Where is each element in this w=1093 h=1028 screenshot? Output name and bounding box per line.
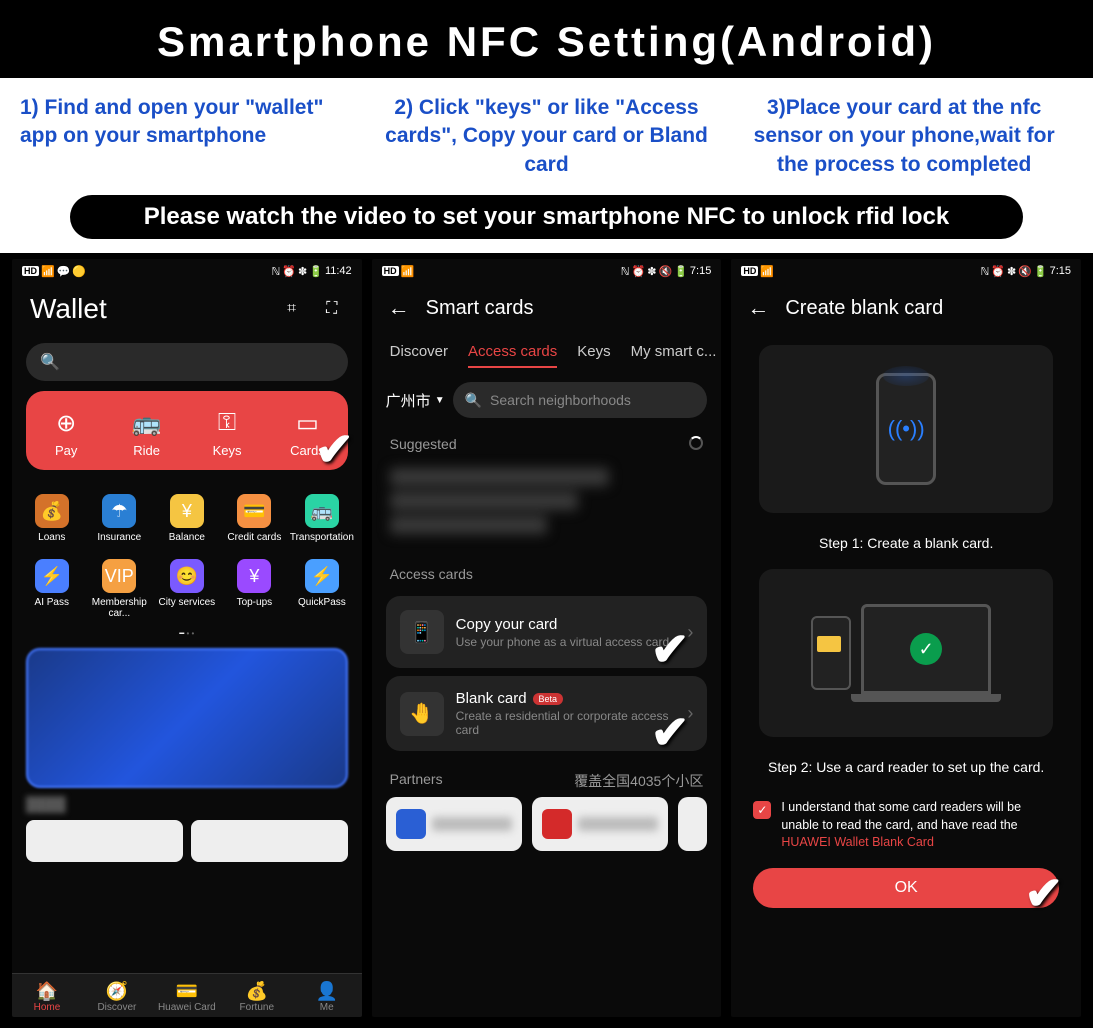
keys-button[interactable]: ⚿Keys xyxy=(187,409,267,458)
search-icon: 🔍 xyxy=(465,392,482,409)
beta-badge: Beta xyxy=(533,693,564,705)
services-grid: 💰Loans ☂Insurance ¥Balance 💳Credit cards… xyxy=(12,480,362,627)
instruction-2: 2) Click "keys" or like "Access cards", … xyxy=(368,94,726,179)
partner-card[interactable] xyxy=(532,797,668,851)
tab-keys[interactable]: Keys xyxy=(577,337,610,368)
video-banner-wrap: Please watch the video to set your smart… xyxy=(0,195,1093,253)
copy-card-option[interactable]: 📱 Copy your card Use your phone as a vir… xyxy=(386,596,708,668)
consent-link[interactable]: HUAWEI Wallet Blank Card xyxy=(781,835,934,849)
consent-row: ✓ I understand that some card readers wi… xyxy=(731,781,1081,862)
phone-smart-cards: HD📶 ℕ⏰✽🔇🔋7:15 ← Smart cards Discover Acc… xyxy=(372,259,722,1017)
phone-icon: 📱 xyxy=(400,610,444,654)
nfc-wave-icon: ((•)) xyxy=(888,416,925,442)
ok-button[interactable]: OK ✔ xyxy=(753,868,1059,908)
illustration-step1: ((•)) xyxy=(759,345,1053,513)
quickpass-button[interactable]: ⚡QuickPass xyxy=(288,551,356,627)
nav-fortune[interactable]: 💰Fortune xyxy=(222,980,292,1013)
nav-home[interactable]: 🏠Home xyxy=(12,980,82,1013)
status-time: 7:15 xyxy=(1050,265,1071,277)
phone-wallet: HD📶💬🟡 ℕ⏰✽🔋11:42 Wallet ⌗ ⛶ 🔍 ⊕Pay 🚌Ride … xyxy=(12,259,362,1017)
back-button[interactable]: ← xyxy=(747,295,769,321)
city-services-button[interactable]: 😊City services xyxy=(153,551,221,627)
insurance-button[interactable]: ☂Insurance xyxy=(86,486,154,551)
suggested-list xyxy=(372,458,722,556)
wallet-title: Wallet xyxy=(30,293,107,325)
bottom-nav: 🏠Home 🧭Discover 💳Huawei Card 💰Fortune 👤M… xyxy=(12,973,362,1017)
instruction-1: 1) Find and open your "wallet" app on yo… xyxy=(10,94,368,179)
tab-my-smart[interactable]: My smart c... xyxy=(631,337,717,368)
partner-card[interactable] xyxy=(386,797,522,851)
suggested-label: Suggested xyxy=(390,436,457,452)
back-button[interactable]: ← xyxy=(388,295,410,321)
tab-access-cards[interactable]: Access cards xyxy=(468,337,557,368)
tab-discover[interactable]: Discover xyxy=(390,337,448,368)
location-picker[interactable]: 广州市▼ xyxy=(386,390,445,411)
scan-icon[interactable]: ⛶ xyxy=(320,297,344,321)
video-banner: Please watch the video to set your smart… xyxy=(70,195,1023,239)
page-dots: ━ • • xyxy=(12,627,362,640)
partners-coverage: 覆盖全国4035个小区 xyxy=(574,771,703,791)
status-time: 7:15 xyxy=(690,265,711,277)
pay-button[interactable]: ⊕Pay xyxy=(26,409,106,458)
search-icon: 🔍 xyxy=(40,352,60,372)
blur-card[interactable] xyxy=(191,820,348,862)
membership-button[interactable]: VIPMembership car... xyxy=(86,551,154,627)
nav-discover[interactable]: 🧭Discover xyxy=(82,980,152,1013)
access-cards-label: Access cards xyxy=(390,566,473,582)
ai-pass-button[interactable]: ⚡AI Pass xyxy=(18,551,86,627)
neighborhood-search[interactable]: 🔍 Search neighborhoods xyxy=(453,382,708,418)
checkmark-icon: ✔ xyxy=(1024,866,1063,920)
promo-card[interactable] xyxy=(26,648,348,788)
card-hand-icon: 🤚 xyxy=(400,692,444,736)
screen-title: Create blank card xyxy=(785,297,943,320)
partners-label: Partners xyxy=(390,771,443,791)
section-label: ████ xyxy=(26,796,348,812)
search-input[interactable]: 🔍 xyxy=(26,343,348,381)
step2-label: Step 2: Use a card reader to set up the … xyxy=(731,749,1081,781)
nav-me[interactable]: 👤Me xyxy=(292,980,362,1013)
status-bar: HD📶💬🟡 ℕ⏰✽🔋11:42 xyxy=(12,259,362,283)
instructions-row: 1) Find and open your "wallet" app on yo… xyxy=(0,78,1093,195)
ride-button[interactable]: 🚌Ride xyxy=(106,409,186,458)
partner-card[interactable] xyxy=(678,797,708,851)
illustration-step2: ✓ xyxy=(759,569,1053,737)
credit-cards-button[interactable]: 💳Credit cards xyxy=(221,486,289,551)
screen-title: Smart cards xyxy=(426,297,534,320)
nav-huawei-card[interactable]: 💳Huawei Card xyxy=(152,980,222,1013)
consent-text: I understand that some card readers will… xyxy=(781,799,1059,852)
chevron-right-icon: › xyxy=(687,622,693,643)
step1-label: Step 1: Create a blank card. xyxy=(731,525,1081,557)
qr-icon[interactable]: ⌗ xyxy=(280,297,304,321)
consent-checkbox[interactable]: ✓ xyxy=(753,801,771,819)
loading-spinner-icon xyxy=(689,436,703,450)
page-title: Smartphone NFC Setting(Android) xyxy=(0,0,1093,78)
status-time: 11:42 xyxy=(325,265,352,277)
blank-card-option[interactable]: 🤚 Blank cardBeta Create a residential or… xyxy=(386,676,708,751)
cards-button[interactable]: ▭Cards ✔ xyxy=(267,409,347,458)
status-bar: HD📶 ℕ⏰✽🔇🔋7:15 xyxy=(372,259,722,283)
tabs: Discover Access cards Keys My smart c... xyxy=(372,333,722,368)
quick-actions-card: ⊕Pay 🚌Ride ⚿Keys ▭Cards ✔ xyxy=(26,391,348,470)
transportation-button[interactable]: 🚌Transportation xyxy=(288,486,356,551)
phone-create-blank-card: HD📶 ℕ⏰✽🔇🔋7:15 ← Create blank card ((•)) … xyxy=(731,259,1081,1017)
status-bar: HD📶 ℕ⏰✽🔇🔋7:15 xyxy=(731,259,1081,283)
balance-button[interactable]: ¥Balance xyxy=(153,486,221,551)
loans-button[interactable]: 💰Loans xyxy=(18,486,86,551)
check-circle-icon: ✓ xyxy=(910,633,942,665)
blur-card[interactable] xyxy=(26,820,183,862)
topups-button[interactable]: ¥Top-ups xyxy=(221,551,289,627)
chevron-right-icon: › xyxy=(687,703,693,724)
instruction-3: 3)Place your card at the nfc sensor on y… xyxy=(725,94,1083,179)
